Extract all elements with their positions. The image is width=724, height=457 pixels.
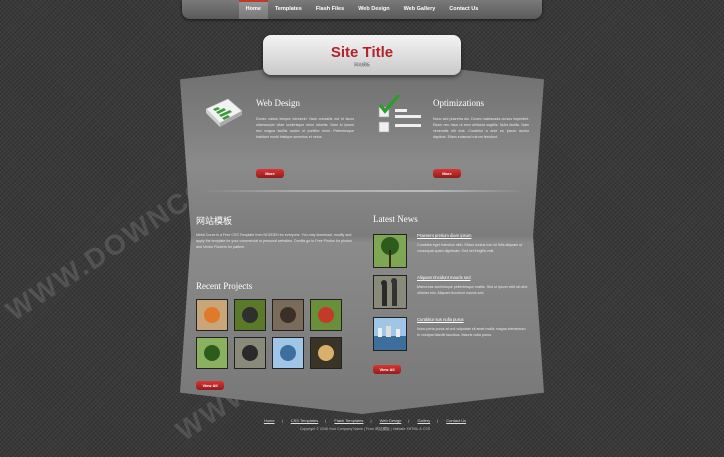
nav-home[interactable]: Home xyxy=(238,0,269,19)
footer-link-gallery[interactable]: Gallery xyxy=(417,418,430,423)
projects-view-all-button[interactable]: View All xyxy=(196,381,224,390)
news-title[interactable]: Curabitur sus nulla purus xyxy=(417,317,464,322)
news-title[interactable]: Praesent pretium diam ipsum xyxy=(417,233,471,238)
web-design-heading: Web Design xyxy=(256,98,301,108)
news-title[interactable]: Aliquam tincidunt mauris sed xyxy=(417,275,471,280)
project-thumb-tree[interactable] xyxy=(196,337,228,369)
footer-link-css-templates[interactable]: CSS Templates xyxy=(291,418,319,423)
news-view-all-button[interactable]: View All xyxy=(373,365,401,374)
optimizations-text: Nunc sed pharetra dui. Donec malesuada c… xyxy=(433,117,529,139)
news-image-city[interactable] xyxy=(373,317,407,351)
news-text: Nunc porta purus at orci vulputate sit a… xyxy=(417,327,527,337)
site-subtitle: 网站模板 xyxy=(354,62,370,67)
footer-link-web-design[interactable]: Web Design xyxy=(380,418,402,423)
footer-link-flash-templates[interactable]: Flash Templates xyxy=(334,418,363,423)
document-chart-icon xyxy=(205,98,243,127)
footer-link-home[interactable]: Home xyxy=(264,418,275,423)
nav-templates[interactable]: Templates xyxy=(268,0,309,19)
project-thumb-people[interactable] xyxy=(234,337,266,369)
news-image-tree[interactable] xyxy=(373,234,407,268)
project-thumb-city-skyline[interactable] xyxy=(272,337,304,369)
nav-contact-us[interactable]: Contact Us xyxy=(442,0,485,19)
project-thumb-tomato-salad[interactable] xyxy=(310,299,342,331)
web-design-more-button[interactable]: More xyxy=(256,169,284,178)
news-image-people[interactable] xyxy=(373,275,407,309)
footer-copyright: Copyright © 2048 Your Company Name | Fro… xyxy=(299,427,431,431)
latest-news-heading: Latest News xyxy=(373,214,418,224)
project-thumb-butterfly[interactable] xyxy=(234,299,266,331)
site-title[interactable]: Site Title xyxy=(263,44,461,61)
section-divider xyxy=(200,190,525,192)
nav-web-design[interactable]: Web Design xyxy=(351,0,396,19)
news-text: Maecenas scelerisque pellentesque mattis… xyxy=(417,285,528,295)
project-thumb-kittens[interactable] xyxy=(272,299,304,331)
main-nav: Home Templates Flash Files Web Design We… xyxy=(182,0,542,19)
optimizations-heading: Optimizations xyxy=(433,98,484,108)
recent-projects-heading: Recent Projects xyxy=(196,281,253,291)
footer-link-contact-us[interactable]: Contact Us xyxy=(446,418,466,423)
nav-web-gallery[interactable]: Web Gallery xyxy=(397,0,443,19)
footer: Home | CSS Templates | Flash Templates | We… xyxy=(250,418,480,432)
checklist-icon xyxy=(378,95,421,133)
nav-flash-files[interactable]: Flash Files xyxy=(309,0,351,19)
project-thumb-goldfish[interactable] xyxy=(196,299,228,331)
project-thumb-lamp[interactable] xyxy=(310,337,342,369)
about-text: Metal Curve is a Free CSS Template from … xyxy=(196,233,352,249)
web-design-text: Donec varius tempor bendoriri. Nam conva… xyxy=(256,117,354,139)
site-title-box: Site Title 网站模板 xyxy=(263,35,461,75)
optimizations-more-button[interactable]: More xyxy=(433,169,461,178)
about-heading: 网站模板 xyxy=(196,216,233,226)
footer-links: Home | CSS Templates | Flash Templates | We… xyxy=(263,418,467,423)
news-text: Curabitur eget interdum nibh. Etiam curs… xyxy=(417,243,523,253)
